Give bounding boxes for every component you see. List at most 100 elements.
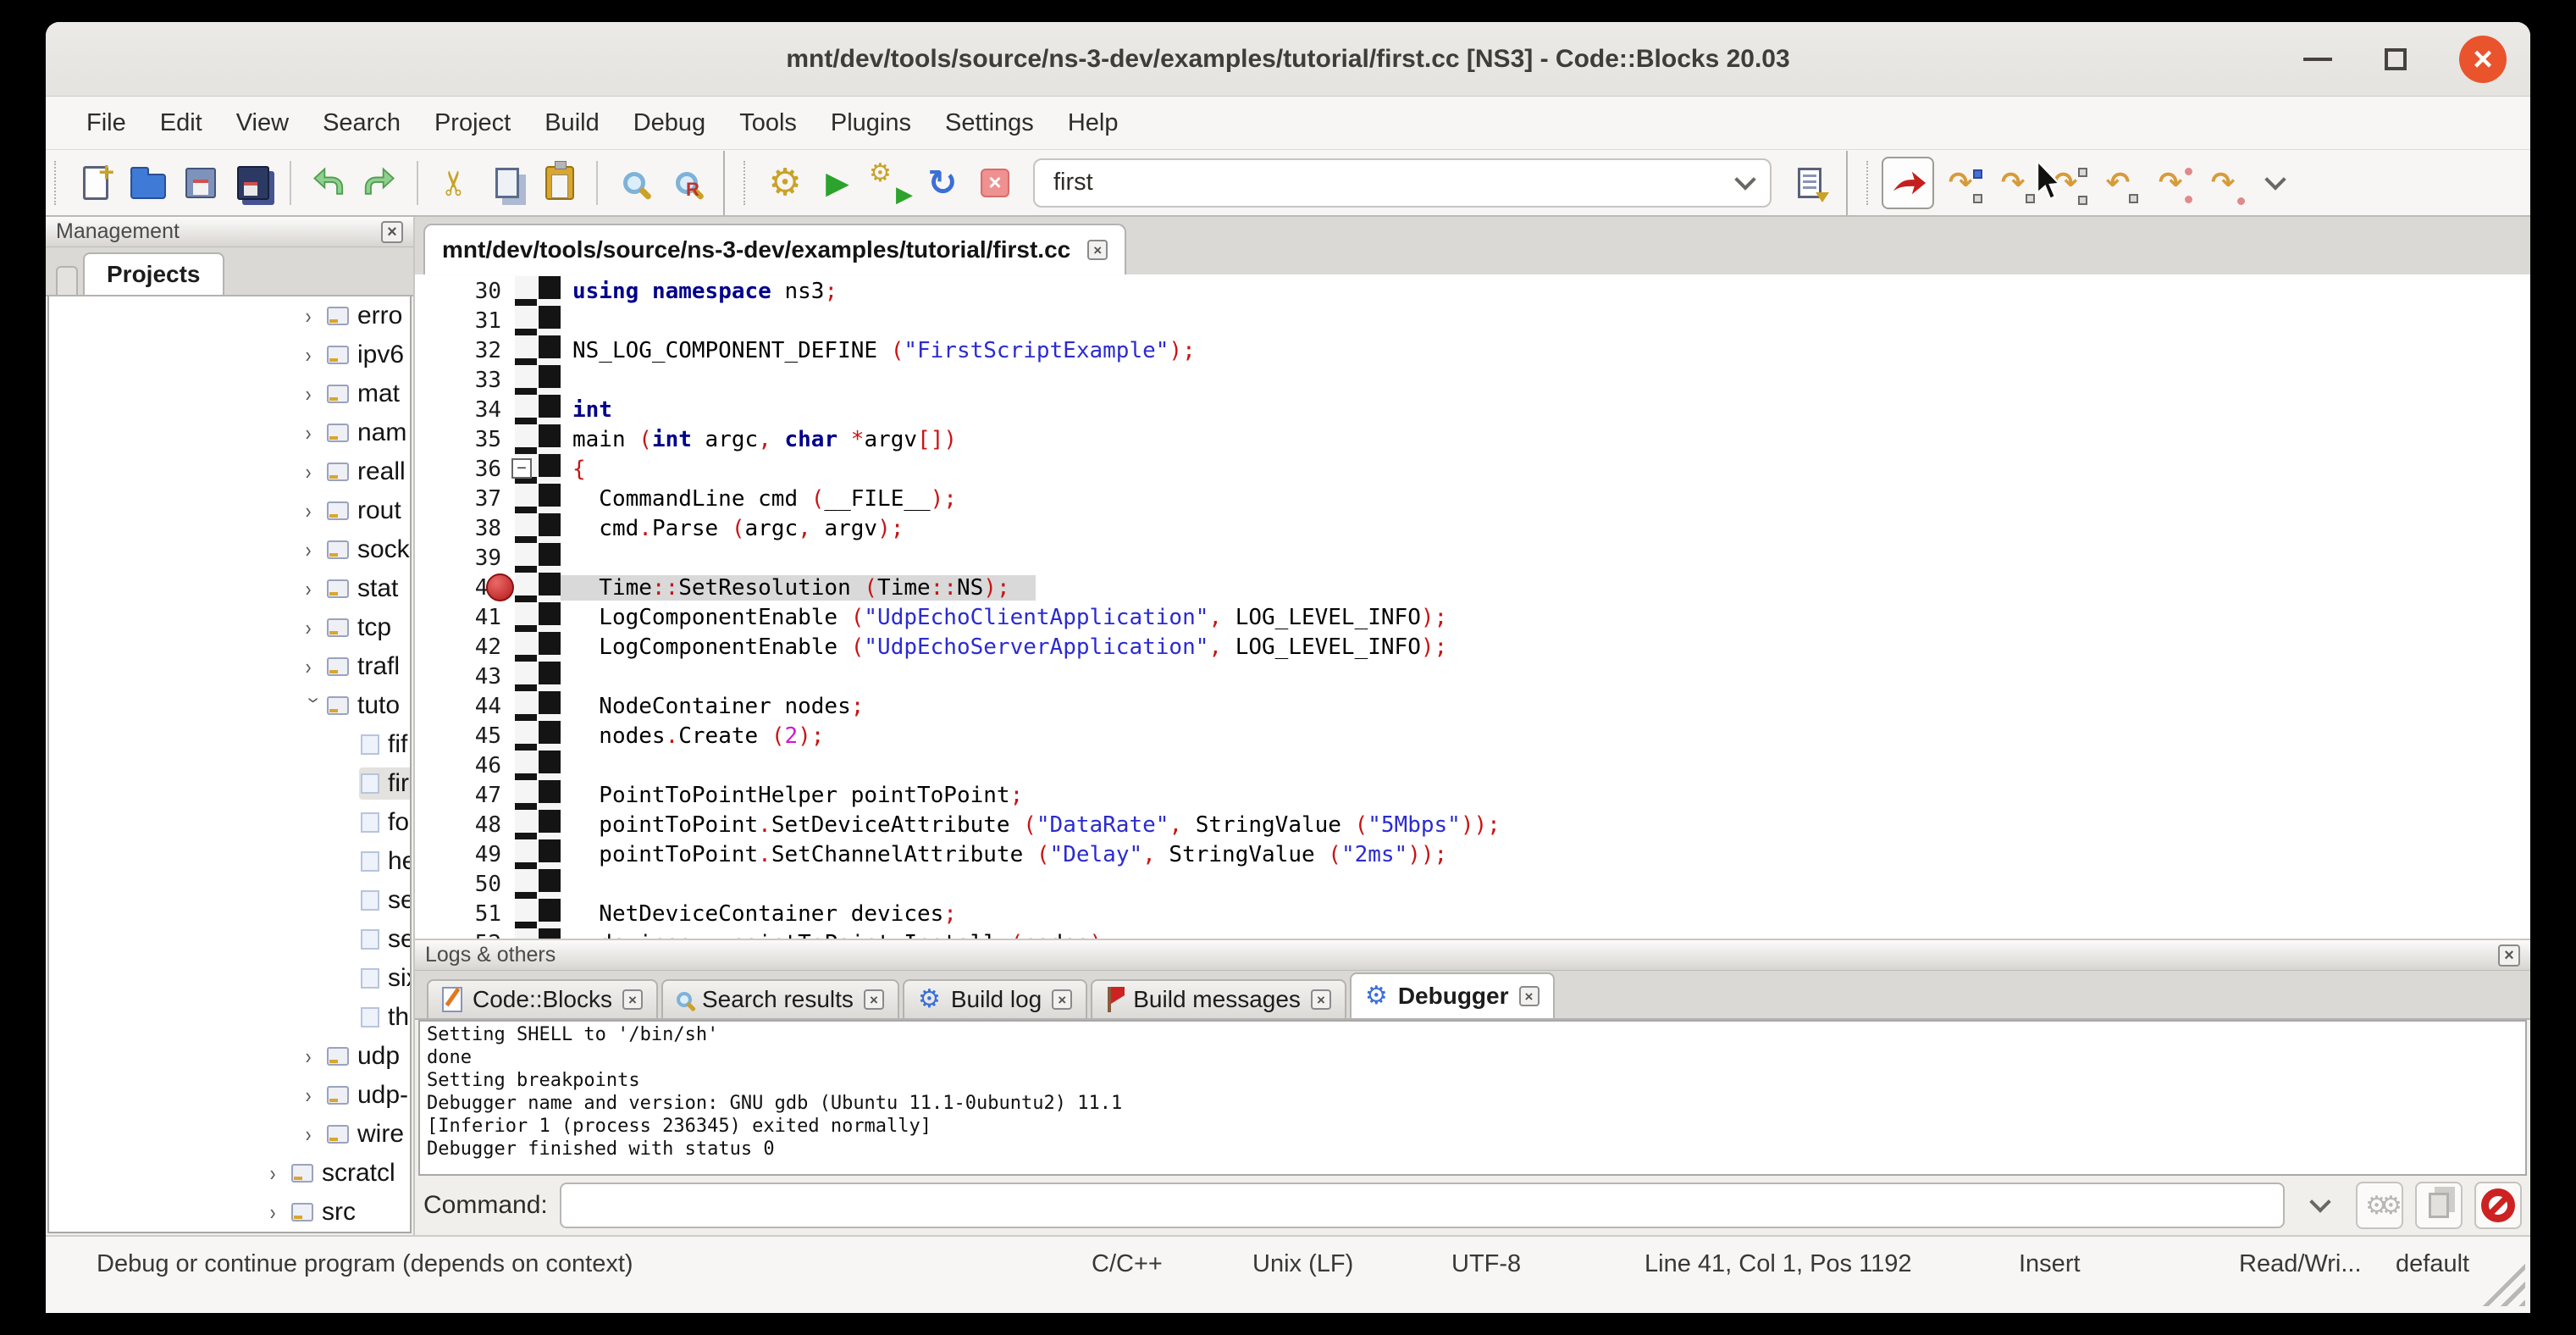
tree-item-reall[interactable]: ›reall (49, 452, 410, 491)
editor-gutter[interactable] (515, 395, 561, 424)
chevron-collapsed-icon[interactable]: › (306, 342, 323, 368)
editor-gutter[interactable] (515, 513, 561, 543)
resize-grip[interactable] (2471, 1252, 2525, 1306)
editor-gutter[interactable] (515, 810, 561, 839)
log-tab-build-messages[interactable]: Build messages× (1091, 979, 1346, 1018)
maximize-button[interactable] (2385, 48, 2407, 70)
line-number[interactable]: 49 (415, 842, 515, 867)
menu-build[interactable]: Build (528, 109, 616, 137)
chevron-collapsed-icon[interactable]: › (306, 498, 323, 524)
editor-gutter[interactable] (515, 602, 561, 632)
line-number[interactable]: 32 (415, 338, 515, 363)
line-number[interactable]: 43 (415, 664, 515, 690)
tree-item-sock[interactable]: ›sock (49, 530, 410, 569)
command-input[interactable] (560, 1183, 2285, 1228)
step-into-instruction-button[interactable]: ↷ (2197, 157, 2249, 209)
find-button[interactable] (608, 157, 661, 209)
log-tab-search-results[interactable]: Search results× (661, 979, 899, 1018)
tab-stub[interactable] (56, 266, 78, 295)
editor-gutter[interactable] (515, 899, 561, 928)
line-number[interactable]: 46 (415, 753, 515, 778)
clear-log-button[interactable] (2474, 1182, 2522, 1229)
rebuild-button[interactable]: ↻ (916, 157, 969, 209)
line-number[interactable]: 41 (415, 605, 515, 630)
menu-settings[interactable]: Settings (928, 109, 1051, 137)
log-tab-code-blocks[interactable]: Code::Blocks× (427, 979, 658, 1018)
line-number[interactable]: 36 (415, 457, 515, 482)
save-all-button[interactable] (227, 157, 279, 209)
editor-gutter[interactable] (515, 543, 561, 573)
tree-item-tcp[interactable]: ›tcp (49, 608, 410, 647)
chevron-collapsed-icon[interactable]: › (306, 537, 323, 563)
step-out-button[interactable]: ↶ (2092, 157, 2144, 209)
toolbar-grip[interactable] (744, 161, 752, 205)
chevron-collapsed-icon[interactable]: › (306, 615, 323, 641)
redo-button[interactable] (354, 157, 406, 209)
copy-log-button[interactable] (2415, 1182, 2463, 1229)
minimize-button[interactable] (2303, 58, 2332, 61)
chevron-collapsed-icon[interactable]: › (306, 303, 323, 330)
chevron-collapsed-icon[interactable]: › (270, 1161, 288, 1187)
tree-item-trafl[interactable]: ›trafl (49, 647, 410, 686)
editor-gutter[interactable] (515, 335, 561, 365)
line-number[interactable]: 39 (415, 546, 515, 571)
tree-item-nam[interactable]: ›nam (49, 413, 410, 452)
chevron-collapsed-icon[interactable]: › (306, 381, 323, 407)
chevron-collapsed-icon[interactable]: › (306, 654, 323, 680)
tree-item-tuto[interactable]: ›tuto (49, 686, 410, 725)
editor-gutter[interactable] (515, 839, 561, 869)
tree-item-wire[interactable]: ›wire (49, 1115, 410, 1154)
line-number[interactable]: 51 (415, 901, 515, 927)
debug-toolbar-overflow-button[interactable] (2249, 157, 2302, 209)
editor-gutter[interactable] (515, 928, 561, 939)
tree-item-src[interactable]: ›src (49, 1193, 410, 1232)
tree-item-fo[interactable]: fo (49, 803, 410, 842)
menu-tools[interactable]: Tools (722, 109, 814, 137)
line-number[interactable]: 42 (415, 634, 515, 660)
tree-item-stat[interactable]: ›stat (49, 569, 410, 608)
replace-button[interactable]: R (661, 157, 713, 209)
tree-item-udp[interactable]: ›udp (49, 1037, 410, 1076)
tree-item-rout[interactable]: ›rout (49, 491, 410, 530)
editor-gutter[interactable] (515, 276, 561, 306)
chevron-expanded-icon[interactable]: › (301, 697, 328, 715)
fold-marker-icon[interactable]: − (511, 458, 532, 479)
toolbar-grip[interactable] (1866, 161, 1875, 205)
editor-gutter[interactable] (515, 751, 561, 780)
editor-gutter[interactable] (515, 484, 561, 513)
editor-gutter[interactable] (515, 306, 561, 335)
editor-tab-close-button[interactable]: × (1087, 240, 1108, 260)
editor-file-tab[interactable]: mnt/dev/tools/source/ns-3-dev/examples/t… (423, 224, 1126, 274)
editor-gutter[interactable]: − (515, 454, 561, 484)
log-tab-build-log[interactable]: ⚙Build log× (903, 979, 1087, 1018)
open-button[interactable] (122, 157, 174, 209)
chevron-collapsed-icon[interactable]: › (306, 459, 323, 485)
line-number[interactable]: 47 (415, 783, 515, 808)
command-history-dropdown-button[interactable] (2297, 1182, 2344, 1229)
log-tab-close-button[interactable]: × (622, 989, 643, 1010)
cut-button[interactable]: ✂ (428, 157, 481, 209)
copy-button[interactable] (481, 157, 533, 209)
line-number[interactable]: 52 (415, 931, 515, 939)
build-button[interactable]: ⚙ (759, 157, 811, 209)
line-number[interactable]: 37 (415, 486, 515, 512)
debug-continue-button[interactable] (1882, 157, 1934, 209)
logs-close-button[interactable]: × (2498, 944, 2520, 967)
tree-item-he[interactable]: he (49, 842, 410, 881)
compile-target-list-button[interactable] (1783, 157, 1836, 209)
chevron-collapsed-icon[interactable]: › (306, 1044, 323, 1070)
editor-gutter[interactable] (515, 662, 561, 691)
debugger-log[interactable]: Setting SHELL to '/bin/sh'doneSetting br… (418, 1020, 2527, 1176)
log-tab-close-button[interactable]: × (1519, 986, 1540, 1006)
line-number[interactable]: 45 (415, 723, 515, 749)
log-tab-close-button[interactable]: × (864, 989, 884, 1010)
tree-item-six[interactable]: six (49, 959, 410, 998)
run-button[interactable]: ▶ (811, 157, 864, 209)
menu-debug[interactable]: Debug (616, 109, 722, 137)
tree-item-se[interactable]: se (49, 881, 410, 920)
title-bar[interactable]: mnt/dev/tools/source/ns-3-dev/examples/t… (46, 22, 2530, 97)
save-button[interactable] (174, 157, 227, 209)
next-instruction-button[interactable]: ↷ (2144, 157, 2197, 209)
menu-plugins[interactable]: Plugins (814, 109, 928, 137)
line-number[interactable]: 30 (415, 279, 515, 304)
